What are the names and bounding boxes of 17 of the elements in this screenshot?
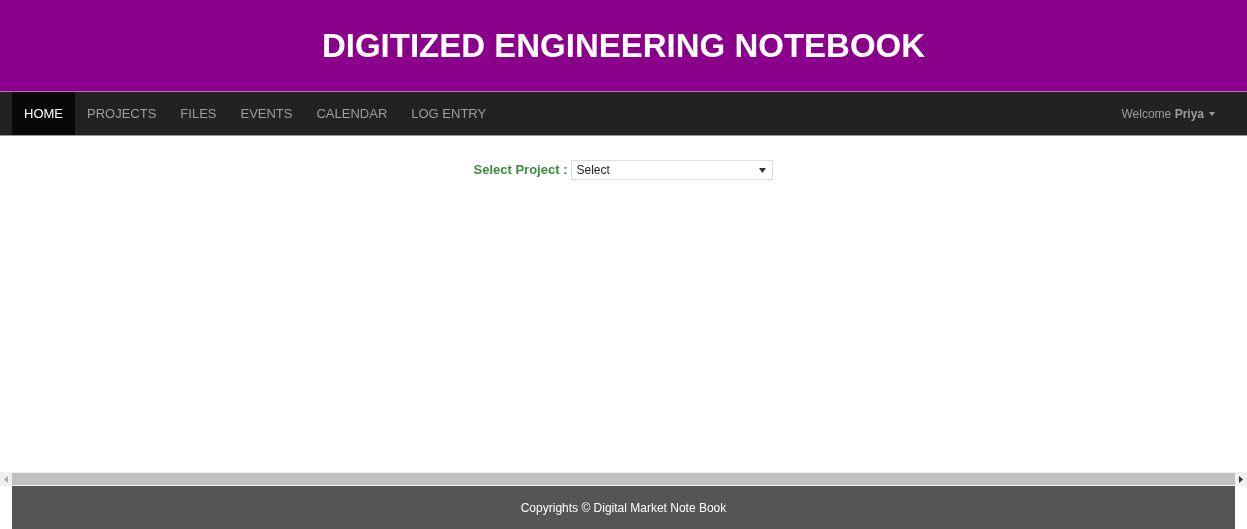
nav-tab[interactable]: FILES <box>168 92 229 135</box>
nav-tab[interactable]: CALENDAR <box>304 92 400 135</box>
dropdown-arrow-icon <box>759 167 767 173</box>
site-title: DIGITIZED ENGINEERING NOTEBOOK <box>321 26 926 65</box>
copyright-text: Copyrights © Digital Market Note Book <box>520 500 727 515</box>
scroll-right-icon[interactable] <box>1239 475 1243 483</box>
caret-icon <box>1209 111 1215 116</box>
scroll-left-icon[interactable] <box>4 475 8 483</box>
nav-tab[interactable]: LOG ENTRY <box>399 92 499 135</box>
project-dropdown[interactable]: Select <box>571 160 774 180</box>
nav-tab[interactable]: EVENTS <box>228 92 305 135</box>
select-label: Select Project : <box>473 161 568 179</box>
nav-tab[interactable]: PROJECTS <box>75 92 169 135</box>
nav-tab[interactable]: HOME <box>12 92 75 135</box>
scrollbar-thumb[interactable] <box>12 473 1235 485</box>
user-menu[interactable]: Welcome Priya <box>1121 106 1215 121</box>
horizontal-scrollbar[interactable] <box>0 472 1247 486</box>
